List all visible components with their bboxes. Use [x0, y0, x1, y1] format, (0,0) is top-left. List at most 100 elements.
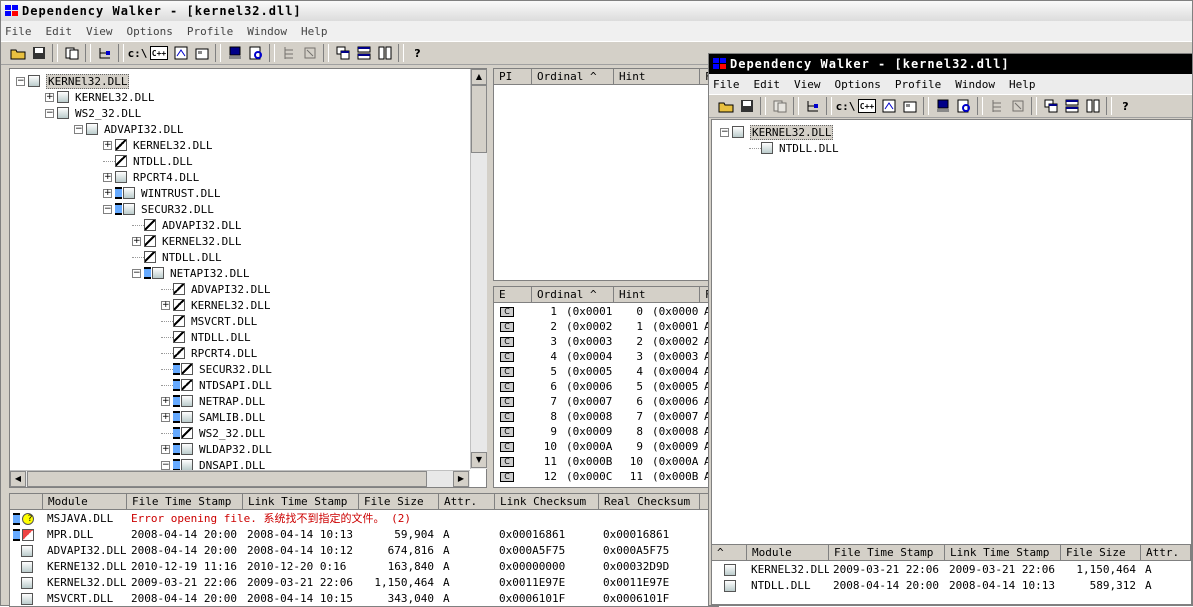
scroll-up-icon[interactable]: ▲	[471, 69, 487, 85]
tree-node-label[interactable]: NTDSAPI.DLL	[199, 379, 272, 392]
expand-toggle-icon[interactable]: −	[720, 127, 729, 137]
tree-node-label[interactable]: KERNEL32.DLL	[162, 235, 241, 248]
goto-export-icon[interactable]	[299, 43, 320, 63]
tree-node[interactable]: − WS2_32.DLL	[45, 105, 141, 121]
open-folder-icon[interactable]	[715, 96, 736, 116]
module-row[interactable]: ADVAPI32.DLL 2008-04-14 20:00 2008-04-14 1…	[10, 543, 700, 558]
menu-file[interactable]: File	[713, 78, 740, 91]
expand-toggle-icon[interactable]: −	[103, 204, 112, 214]
column-icon[interactable]: ^	[712, 545, 747, 560]
expand-toggle-icon[interactable]: +	[45, 92, 54, 102]
menu-view[interactable]: View	[86, 25, 113, 38]
goto-import-icon[interactable]	[278, 43, 299, 63]
tree-node[interactable]: + SAMLIB.DLL	[161, 409, 265, 425]
module-row[interactable]: MSVCRT.DLL 2008-04-14 20:00 2008-04-14 10:…	[10, 591, 700, 606]
expand-toggle-icon[interactable]: +	[132, 236, 141, 246]
cascade-icon[interactable]	[332, 43, 353, 63]
tree-node[interactable]: + KERNEL32.DLL	[45, 89, 154, 105]
open-folder-icon[interactable]	[7, 43, 28, 63]
column-ordinal[interactable]: Ordinal ^	[532, 69, 614, 84]
menu-view[interactable]: View	[794, 78, 821, 91]
export-row[interactable]: C2(0x0002)1(0x0001)A	[494, 319, 722, 334]
tree-node[interactable]: MSVCRT.DLL	[161, 313, 257, 329]
tree-node[interactable]: + NETRAP.DLL	[161, 393, 265, 409]
tree-node-label[interactable]: WS2_32.DLL	[75, 107, 141, 120]
configure-icon[interactable]	[191, 43, 212, 63]
tree-node-label[interactable]: NETRAP.DLL	[199, 395, 265, 408]
column-link-time-stamp[interactable]: Link Time Stamp	[243, 494, 359, 509]
tree-node[interactable]: + KERNEL32.DLL	[161, 297, 270, 313]
context-help-icon[interactable]: ?	[407, 43, 428, 63]
tree-node-label[interactable]: RPCRT4.DLL	[191, 347, 257, 360]
menu-window[interactable]: Window	[955, 78, 995, 91]
column-file-time-stamp[interactable]: File Time Stamp	[829, 545, 945, 560]
tree-node-label[interactable]: MSVCRT.DLL	[191, 315, 257, 328]
tree-node[interactable]: NTDSAPI.DLL	[161, 377, 272, 393]
tree-node-label[interactable]: KERNEL32.DLL	[191, 299, 270, 312]
main-title-bar[interactable]: Dependency Walker - [kernel32.dll]	[1, 1, 1192, 21]
undecorate-cpp-button[interactable]: C++	[150, 46, 168, 60]
scroll-thumb[interactable]	[27, 471, 427, 487]
tree-node[interactable]: ADVAPI32.DLL	[161, 281, 270, 297]
tree-node[interactable]: − SECUR32.DLL	[103, 201, 214, 217]
child-dependency-tree[interactable]: − KERNEL32.DLL NTDLL.DLL	[711, 119, 1192, 594]
tree-node-label[interactable]: WINTRUST.DLL	[141, 187, 220, 200]
column-file-size[interactable]: File Size	[359, 494, 439, 509]
column-e[interactable]: E	[494, 287, 532, 302]
cascade-icon[interactable]	[1040, 96, 1061, 116]
tree-node[interactable]: − KERNEL32.DLL	[720, 124, 834, 140]
tree-node-label[interactable]: SAMLIB.DLL	[199, 411, 265, 424]
tree-node[interactable]: + RPCRT4.DLL	[103, 169, 199, 185]
column-real-checksum[interactable]: Real Checksum	[599, 494, 700, 509]
tree-node[interactable]: + WINTRUST.DLL	[103, 185, 220, 201]
column-file-size[interactable]: File Size	[1061, 545, 1141, 560]
menu-file[interactable]: File	[5, 25, 32, 38]
tree-node-label[interactable]: KERNEl32.DLL	[46, 73, 130, 89]
expand-toggle-icon[interactable]: +	[161, 396, 170, 406]
export-row[interactable]: C11(0x000B)10(0x000A)A	[494, 454, 722, 469]
export-row[interactable]: C8(0x0008)7(0x0007)A	[494, 409, 722, 424]
column-module[interactable]: Module	[43, 494, 127, 509]
expand-toggle-icon[interactable]: −	[16, 76, 25, 86]
menu-help[interactable]: Help	[1009, 78, 1036, 91]
tree-node[interactable]: RPCRT4.DLL	[161, 345, 257, 361]
tree-node[interactable]: − ADVAPI32.DLL	[74, 121, 183, 137]
column-link-time-stamp[interactable]: Link Time Stamp	[945, 545, 1061, 560]
properties-icon[interactable]	[170, 43, 191, 63]
tree-node-label[interactable]: KERNEL32.DLL	[750, 124, 834, 140]
goto-export-icon[interactable]	[1007, 96, 1028, 116]
column-module[interactable]: Module	[747, 545, 829, 560]
system-info-icon[interactable]	[224, 43, 245, 63]
properties-icon[interactable]	[878, 96, 899, 116]
export-row[interactable]: C4(0x0004)3(0x0003)A	[494, 349, 722, 364]
export-row[interactable]: C9(0x0009)8(0x0008)A	[494, 424, 722, 439]
export-row[interactable]: C7(0x0007)6(0x0006)A	[494, 394, 722, 409]
export-row[interactable]: C10(0x000A)9(0x0009)A	[494, 439, 722, 454]
tile-vertical-icon[interactable]	[1082, 96, 1103, 116]
column-link-checksum[interactable]: Link Checksum	[495, 494, 599, 509]
tree-node[interactable]: − NETAPI32.DLL	[132, 265, 249, 281]
menu-options[interactable]: Options	[835, 78, 881, 91]
module-dependency-tree[interactable]: − KERNEl32.DLL + KERNEL32.DLL − WS2_32.DLL − AD…	[9, 68, 487, 488]
tree-node-label[interactable]: RPCRT4.DLL	[133, 171, 199, 184]
child-module-list[interactable]: ^ Module File Time Stamp Link Time Stamp…	[711, 544, 1192, 605]
expand-toggle-icon[interactable]: +	[161, 300, 170, 310]
tree-node[interactable]: + KERNEL32.DLL	[103, 137, 212, 153]
module-list[interactable]: Module File Time Stamp Link Time Stamp F…	[9, 493, 719, 607]
expand-toggle-icon[interactable]: −	[74, 124, 83, 134]
parent-imports-pane[interactable]: PI Ordinal ^ Hint F	[493, 68, 723, 281]
tree-node-label[interactable]: ADVAPI32.DLL	[162, 219, 241, 232]
tree-node-label[interactable]: NTDLL.DLL	[133, 155, 193, 168]
tree-node[interactable]: SECUR32.DLL	[161, 361, 272, 377]
module-row[interactable]: NTDLL.DLL 2008-04-14 20:00 2008-04-14 10:1…	[712, 578, 1191, 593]
menu-options[interactable]: Options	[127, 25, 173, 38]
tree-node[interactable]: ADVAPI32.DLL	[132, 217, 241, 233]
expand-all-icon[interactable]	[94, 43, 115, 63]
tile-horizontal-icon[interactable]	[1061, 96, 1082, 116]
tree-node-label[interactable]: NETAPI32.DLL	[170, 267, 249, 280]
expand-toggle-icon[interactable]: +	[103, 140, 112, 150]
menu-window[interactable]: Window	[247, 25, 287, 38]
tile-horizontal-icon[interactable]	[353, 43, 374, 63]
goto-import-icon[interactable]	[986, 96, 1007, 116]
module-row[interactable]: ? MSJAVA.DLL Error opening file. 系统找不到指定的文…	[10, 511, 687, 526]
